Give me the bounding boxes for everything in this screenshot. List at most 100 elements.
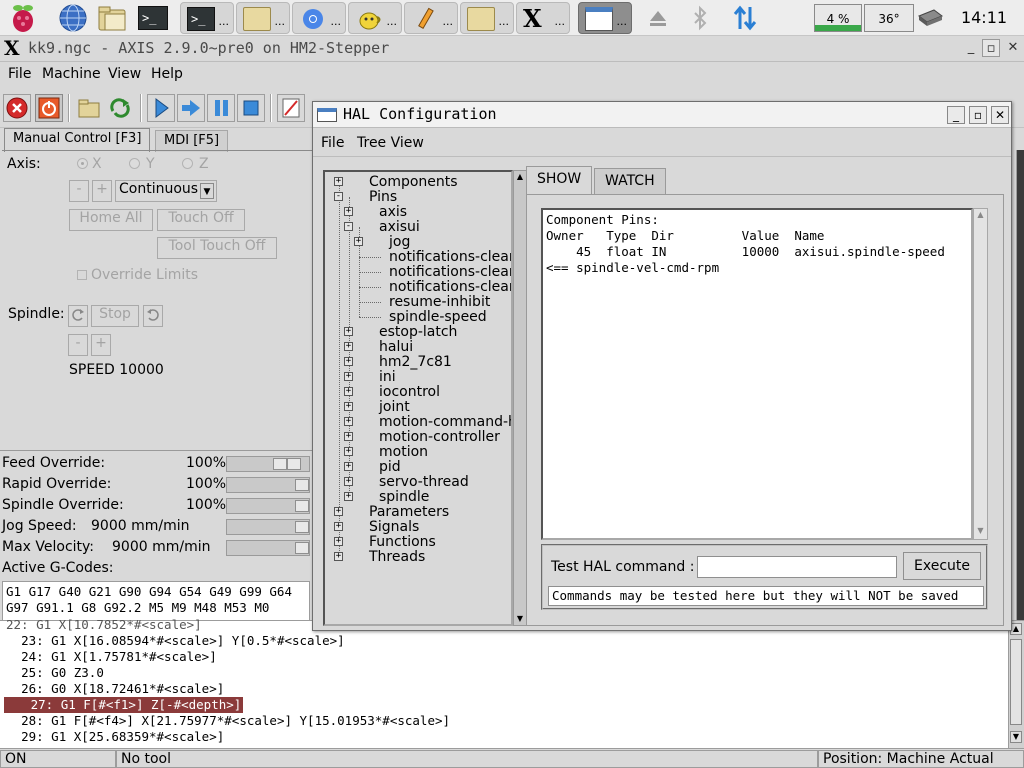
tree-node-resume-inhibit[interactable]: resume-inhibit [389,295,490,310]
tree-node-motion-command-handler[interactable]: motion-command-ha [379,415,511,430]
expand-icon[interactable]: + [334,537,343,546]
rapid-override-slider[interactable] [226,477,310,493]
tree-node-estop-latch[interactable]: estop-latch [379,325,457,340]
expand-icon[interactable]: + [344,462,353,471]
scroll-down-icon[interactable]: ▼ [1010,731,1022,743]
touch-off-button[interactable]: Touch Off [157,209,245,231]
tree-node-spindle-speed[interactable]: spindle-speed [389,310,487,325]
bluetooth-icon[interactable] [686,2,714,34]
stop-button[interactable] [237,94,265,122]
hal-tree[interactable]: + Components - Pins + axis - axisui + jo… [323,170,513,626]
feed-override-slider[interactable] [226,456,310,472]
expand-icon[interactable]: + [344,447,353,456]
expand-icon[interactable]: + [344,342,353,351]
collapse-icon[interactable]: - [334,192,343,201]
spindle-ccw-button[interactable] [68,305,88,327]
machine-power-button[interactable] [35,94,63,122]
spindle-stop-button[interactable]: Stop [91,305,139,327]
spindle-plus-button[interactable]: + [91,334,111,356]
spindle-override-slider[interactable] [226,498,310,514]
tree-node-jog[interactable]: jog [389,235,410,250]
hal-show-text[interactable]: Component Pins: Owner Type Dir Value Nam… [541,208,973,540]
task-terminal[interactable]: >_... [180,2,234,34]
expand-icon[interactable]: + [344,327,353,336]
pause-button[interactable] [207,94,235,122]
expand-icon[interactable]: + [344,477,353,486]
tree-node-axisui[interactable]: axisui [379,220,420,235]
drive-icon[interactable] [916,2,944,34]
tree-node-servo-thread[interactable]: servo-thread [379,475,469,490]
tool-touch-off-button[interactable]: Tool Touch Off [157,237,277,259]
max-velocity-slider[interactable] [226,540,310,556]
clock[interactable]: 14:11 [944,0,1024,36]
menu-view[interactable]: View [108,66,141,82]
tree-node-motion-controller[interactable]: motion-controller [379,430,500,445]
tree-node-spindle[interactable]: spindle [379,490,429,505]
expand-icon[interactable]: + [344,357,353,366]
estop-button[interactable] [3,94,31,122]
tab-show[interactable]: SHOW [526,166,593,194]
close-icon[interactable]: ✕ [1004,39,1022,57]
run-button[interactable] [147,94,175,122]
expand-icon[interactable]: + [334,177,343,186]
tree-node-parameters[interactable]: Parameters [369,505,449,520]
scroll-thumb[interactable] [1010,639,1022,725]
execute-button[interactable]: Execute [903,552,981,580]
tab-mdi[interactable]: MDI [F5] [155,130,229,152]
scroll-down-icon[interactable]: ▼ [974,525,987,537]
tree-scrollbar[interactable]: ▲ ▼ [513,170,527,626]
jog-plus-button[interactable]: + [92,180,112,202]
restore-icon[interactable]: ▫ [982,39,1000,57]
expand-icon[interactable]: + [354,237,363,246]
program-listing[interactable]: 22: G1 X[10.7852*#<scale>] 23: G1 X[16.0… [0,617,1024,749]
axis-z-radio[interactable] [182,158,193,169]
task-editor[interactable]: ... [404,2,458,34]
file-manager-icon[interactable] [96,2,130,34]
expand-icon[interactable]: + [334,552,343,561]
test-hal-command-input[interactable] [697,556,897,578]
eject-icon[interactable] [644,2,672,34]
scroll-up-icon[interactable]: ▲ [974,209,987,221]
expand-icon[interactable]: + [344,432,353,441]
tree-node-iocontrol[interactable]: iocontrol [379,385,440,400]
axis-x-radio[interactable] [77,158,88,169]
maximize-icon[interactable]: ▫ [969,106,987,124]
tree-node-components[interactable]: Components [369,175,458,190]
expand-icon[interactable]: + [344,402,353,411]
globe-icon[interactable] [56,2,90,34]
jog-minus-button[interactable]: - [69,180,89,202]
close-icon[interactable]: ✕ [991,106,1009,124]
expand-icon[interactable]: + [334,522,343,531]
menu-help[interactable]: Help [151,66,183,82]
scroll-up-icon[interactable]: ▲ [514,171,526,183]
tree-node-notifications-clear[interactable]: notifications-clear [389,250,511,265]
menu-machine[interactable]: Machine [42,66,101,82]
expand-icon[interactable]: + [334,507,343,516]
hal-window-titlebar[interactable]: HAL Configuration _ ▫ ✕ [313,102,1011,128]
tree-node-notifications-clear-3[interactable]: notifications-clear- [389,280,511,295]
spindle-minus-button[interactable]: - [68,334,88,356]
show-scrollbar[interactable]: ▲ ▼ [973,208,988,540]
program-scrollbar[interactable]: ▲ ▼ [1008,621,1024,749]
task-chromium[interactable]: ... [292,2,346,34]
jog-mode-select[interactable]: Continuous ▼ [115,180,217,202]
tree-node-notifications-clear-2[interactable]: notifications-clear- [389,265,511,280]
axis-window-titlebar[interactable]: X kk9.ngc - AXIS 2.9.0~pre0 on HM2-Stepp… [0,36,1024,62]
tree-node-hm2[interactable]: hm2_7c81 [379,355,452,370]
tab-watch[interactable]: WATCH [594,168,666,194]
tab-manual-control[interactable]: Manual Control [F3] [4,128,151,152]
task-x-window[interactable]: X... [516,2,570,34]
preview-scrollbar[interactable] [1016,150,1024,620]
step-button[interactable] [177,94,205,122]
task-folder[interactable]: ... [236,2,290,34]
task-hal-window[interactable]: ... [578,2,632,34]
tree-node-halui[interactable]: halui [379,340,413,355]
jog-speed-slider[interactable] [226,519,310,535]
tree-node-signals[interactable]: Signals [369,520,419,535]
spindle-cw-button[interactable] [143,305,163,327]
override-limits-checkbox[interactable] [77,270,87,280]
tree-node-threads[interactable]: Threads [369,550,425,565]
expand-icon[interactable]: + [344,492,353,501]
axis-y-radio[interactable] [129,158,140,169]
raspberry-icon[interactable] [6,2,40,34]
